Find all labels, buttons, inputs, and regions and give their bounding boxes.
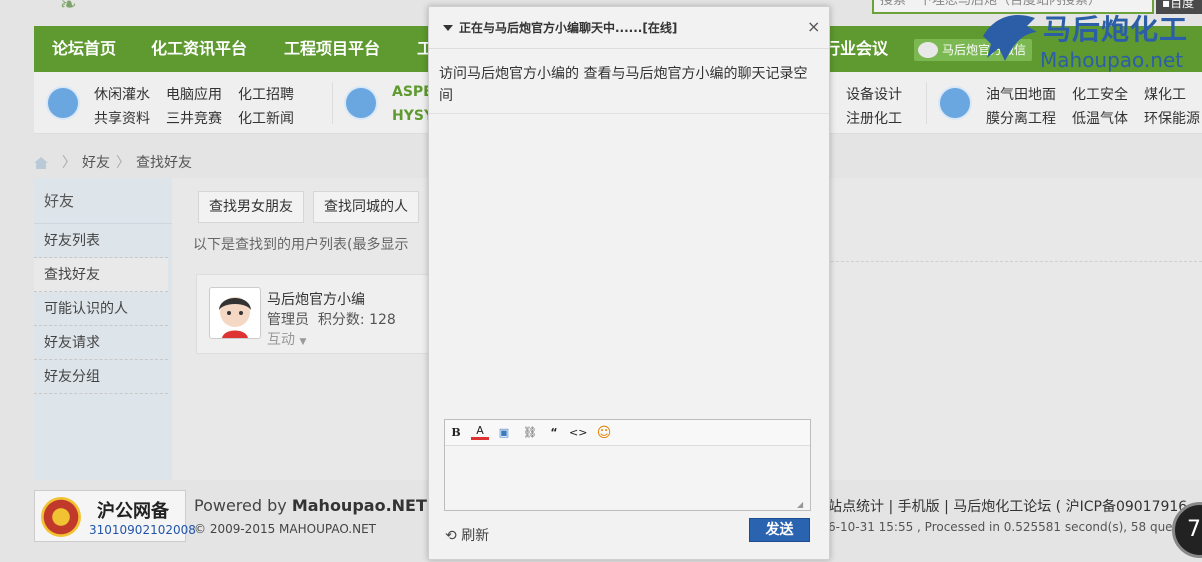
subnav-divider	[332, 82, 333, 124]
subnav-link[interactable]: 化工招聘	[238, 84, 294, 104]
subnav-link[interactable]: 三井竞赛	[166, 108, 222, 128]
send-button[interactable]: 发送	[749, 518, 810, 542]
subnav-link[interactable]: 低温气体	[1072, 108, 1128, 128]
user-role: 管理员	[267, 312, 309, 328]
visit-link[interactable]: 访问马后炮官方小编的	[439, 66, 579, 82]
breadcrumb-separator: 〉	[116, 155, 130, 171]
close-icon[interactable]: ×	[807, 17, 820, 36]
message-editor[interactable]: B A ▣ ⛓ “ <> ☺ ◢	[444, 419, 811, 511]
subnav-link[interactable]: 煤化工	[1144, 84, 1186, 104]
caret-down-icon[interactable]	[443, 25, 453, 31]
user-points: 积分数: 128	[317, 312, 396, 328]
interact-dropdown[interactable]: 互动 ▼	[267, 329, 306, 349]
chat-header: 正在与马后炮官方小编聊天中......[在线] ×	[429, 7, 829, 49]
subnav-link[interactable]: ASPE	[392, 84, 433, 100]
subnav-link[interactable]: 设备设计	[846, 84, 902, 104]
avatar-face-icon	[219, 297, 251, 338]
home-icon[interactable]	[34, 157, 48, 169]
avatar[interactable]	[209, 287, 261, 339]
divider	[826, 261, 1202, 262]
chat-links: 访问马后炮官方小编的 查看与马后炮官方小编的聊天记录空间	[439, 63, 821, 107]
chat-title: 正在与马后炮官方小编聊天中......[在线]	[459, 21, 678, 35]
nav-item-conference[interactable]: 行业会议	[824, 26, 888, 72]
chat-divider	[429, 113, 829, 114]
chat-bubble-icon	[344, 86, 378, 120]
sidebar-item-requests[interactable]: 好友请求	[34, 326, 168, 360]
subnav-link[interactable]: 共享资料	[94, 108, 150, 128]
refresh-label: 刷新	[461, 528, 490, 544]
powered-prefix: Powered by	[194, 496, 292, 515]
subnav-link[interactable]: 化工新闻	[238, 108, 294, 128]
sidebar-item-groups[interactable]: 好友分组	[34, 360, 168, 394]
sidebar: 好友 好友列表 查找好友 可能认识的人 好友请求 好友分组	[34, 178, 172, 480]
image-icon[interactable]: ▣	[495, 424, 513, 442]
subnav-link[interactable]: 休闲灌水	[94, 84, 150, 104]
star-icon	[938, 86, 972, 120]
powered-by: Powered by Mahoupao.NET	[194, 496, 427, 515]
bold-icon[interactable]: B	[447, 424, 465, 442]
subnav-link[interactable]: 环保能源	[1144, 108, 1200, 128]
sidebar-item-friend-list[interactable]: 好友列表	[34, 224, 168, 258]
sidebar-title: 好友	[34, 178, 172, 224]
sidebar-item-may-know[interactable]: 可能认识的人	[34, 292, 168, 326]
quote-icon[interactable]: “	[545, 424, 563, 442]
subnav-link[interactable]: 油气田地面	[986, 84, 1056, 104]
user-name[interactable]: 马后炮官方小编	[267, 289, 365, 309]
subnav-divider	[926, 82, 927, 124]
breadcrumb: 〉好友〉查找好友	[34, 152, 192, 174]
smiley-icon[interactable]: ☺	[595, 424, 613, 442]
badge-title: 沪公网备	[97, 501, 169, 522]
user-card: 马后炮官方小编 管理员 积分数: 128 互动 ▼	[196, 274, 432, 354]
subnav-link[interactable]: 化工安全	[1072, 84, 1128, 104]
footer-links[interactable]: 站点统计 | 手机版 | 马后炮化工论坛 ( 沪ICP备09017916	[828, 496, 1187, 516]
refresh-button[interactable]: ⟲ 刷新	[445, 525, 489, 545]
copyright: © 2009-2015 MAHOUPAO.NET	[194, 522, 376, 536]
nav-item-projects[interactable]: 工程项目平台	[284, 26, 380, 72]
subnav-link[interactable]: 膜分离工程	[986, 108, 1056, 128]
powered-brand[interactable]: Mahoupao.NET	[292, 496, 427, 515]
link-icon[interactable]: ⛓	[521, 424, 539, 442]
badge-number: 31010902102008	[89, 523, 196, 537]
breadcrumb-separator: 〉	[62, 155, 76, 171]
footer-meta: 6-10-31 15:55 , Processed in 0.525581 se…	[828, 520, 1195, 534]
editor-toolbar: B A ▣ ⛓ “ <> ☺	[445, 420, 810, 446]
horse-logo-icon	[983, 15, 1037, 61]
tab-find-local[interactable]: 查找同城的人	[313, 191, 419, 223]
user-meta: 管理员 积分数: 128	[267, 309, 396, 329]
subnav-link[interactable]: 注册化工	[846, 108, 902, 128]
brand-name-cn: 马后炮化工	[1043, 13, 1189, 46]
police-badge[interactable]: 沪公网备 31010902102008	[34, 490, 196, 542]
code-icon[interactable]: <>	[569, 424, 587, 442]
sidebar-item-find-friends[interactable]: 查找好友	[34, 258, 168, 292]
nav-item-news[interactable]: 化工资讯平台	[151, 26, 247, 72]
list-note: 以下是查找到的用户列表(最多显示	[193, 237, 409, 253]
history-link[interactable]: 查看与马后炮官方小编的聊天记录	[583, 66, 793, 82]
font-color-icon[interactable]: A	[471, 424, 489, 440]
brand-name-en: Mahoupao.net	[1040, 48, 1184, 72]
nav-item-home[interactable]: 论坛首页	[52, 26, 116, 72]
breadcrumb-item[interactable]: 查找好友	[136, 155, 192, 171]
subnav-link[interactable]: 电脑应用	[166, 84, 222, 104]
chat-dialog: 正在与马后炮官方小编聊天中......[在线] × 访问马后炮官方小编的 查看与…	[428, 6, 830, 560]
wechat-icon	[918, 42, 938, 58]
tab-find-partner[interactable]: 查找男女朋友	[198, 191, 304, 223]
interact-label: 互动	[267, 332, 295, 348]
resize-handle-icon[interactable]: ◢	[797, 500, 803, 509]
police-emblem-icon	[41, 497, 81, 537]
home-icon	[46, 86, 80, 120]
chevron-down-icon: ▼	[299, 337, 307, 347]
refresh-icon: ⟲	[445, 528, 457, 544]
logo-leaf-icon: ❧	[60, 0, 77, 16]
breadcrumb-item[interactable]: 好友	[82, 155, 110, 171]
